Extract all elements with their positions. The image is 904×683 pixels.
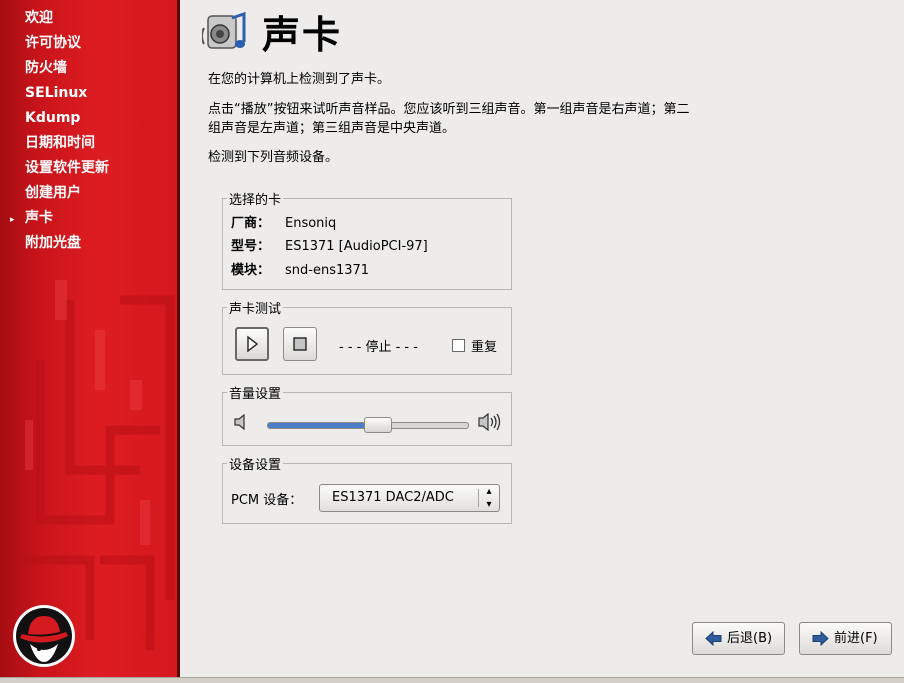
sidebar-item-welcome: 欢迎 [25,10,53,26]
sidebar-item-create-user: 创建用户 [25,185,81,201]
detected-text: 在您的计算机上检测到了声卡。 [208,72,391,87]
forward-button[interactable]: 前进(F) [799,622,892,655]
sound-test-legend: 声卡测试 [227,298,284,317]
model-label: 型号： [231,239,271,254]
main-content: 声卡 在您的计算机上检测到了声卡。 点击“播放”按钮来试听声音样品。您应该听到三… [180,0,904,682]
volume-legend: 音量设置 [227,383,284,402]
forward-label: 前进(F) [834,631,878,646]
repeat-checkbox[interactable] [452,339,465,352]
sidebar-item-sound-card: ▸ 声卡 [10,208,109,233]
sidebar-item-datetime: 日期和时间 [25,135,95,151]
volume-group: 音量设置 [222,383,512,446]
volume-slider-thumb[interactable] [364,417,392,433]
instructions-line-2: 组声音是左声道；第三组声音是中央声道。 [208,121,456,136]
chevron-updown-icon: ▴ ▾ [486,486,492,510]
module-row: 模块： snd-ens1371 [231,261,369,281]
back-button[interactable]: 后退(B) [692,622,785,655]
taskbar [0,677,904,683]
vendor-value: Ensoniq [285,216,337,231]
model-value: ES1371 [AudioPCI-97] [285,239,428,254]
repeat-label[interactable]: 重复 [471,336,497,355]
volume-low-icon [234,413,245,431]
vendor-row: 厂商： Ensoniq [231,214,336,234]
pcm-device-value: ES1371 DAC2/ADC [332,490,454,505]
instructions-line-1: 点击“播放”按钮来试听声音样品。您应该听到三组声音。第一组声音是右声道；第二 [208,102,690,117]
sidebar-item-firewall: 防火墙 [25,60,67,76]
module-value: snd-ens1371 [285,263,370,278]
sidebar: 欢迎 许可协议 防火墙 SELinux Kdump 日期和时间 设置软件更新 创… [0,0,180,682]
selected-card-legend: 选择的卡 [227,189,284,208]
module-label: 模块： [231,263,271,278]
volume-slider-fill [268,423,378,428]
volume-high-icon [478,412,501,432]
page-title: 声卡 [262,13,343,57]
devices-text: 检测到下列音频设备。 [208,150,339,165]
device-legend: 设备设置 [227,454,284,473]
sidebar-item-license: 许可协议 [25,35,81,51]
volume-slider[interactable] [267,417,469,433]
model-row: 型号： ES1371 [AudioPCI-97] [231,237,428,257]
play-icon [247,335,259,353]
pcm-device-select[interactable]: ES1371 DAC2/ADC ▴ ▾ [319,484,500,512]
current-step-marker: ▸ [10,215,15,225]
vendor-label: 厂商： [231,216,271,231]
sidebar-item-kdump: Kdump [25,110,81,126]
stop-button[interactable] [283,327,317,361]
stop-icon [293,337,307,351]
back-label: 后退(B) [727,631,773,646]
arrow-right-icon [812,631,829,646]
pcm-device-label: PCM 设备： [231,493,303,508]
sound-card-icon [202,11,246,49]
device-group: 设备设置 PCM 设备： ES1371 DAC2/ADC ▴ ▾ [222,454,512,524]
sound-test-group: 声卡测试 - - - 停止 - - - 重复 [222,298,512,375]
play-button[interactable] [235,327,269,361]
sidebar-nav: 欢迎 许可协议 防火墙 SELinux Kdump 日期和时间 设置软件更新 创… [10,8,109,258]
selected-card-group: 选择的卡 厂商： Ensoniq 型号： ES1371 [AudioPCI-97] … [222,189,512,290]
sidebar-item-software-updates: 设置软件更新 [25,160,109,176]
arrow-left-icon [705,631,722,646]
redhat-logo [13,605,75,667]
playback-status: - - - 停止 - - - [339,340,418,355]
sidebar-item-additional-cds: 附加光盘 [25,235,81,251]
sidebar-item-selinux: SELinux [25,85,88,101]
